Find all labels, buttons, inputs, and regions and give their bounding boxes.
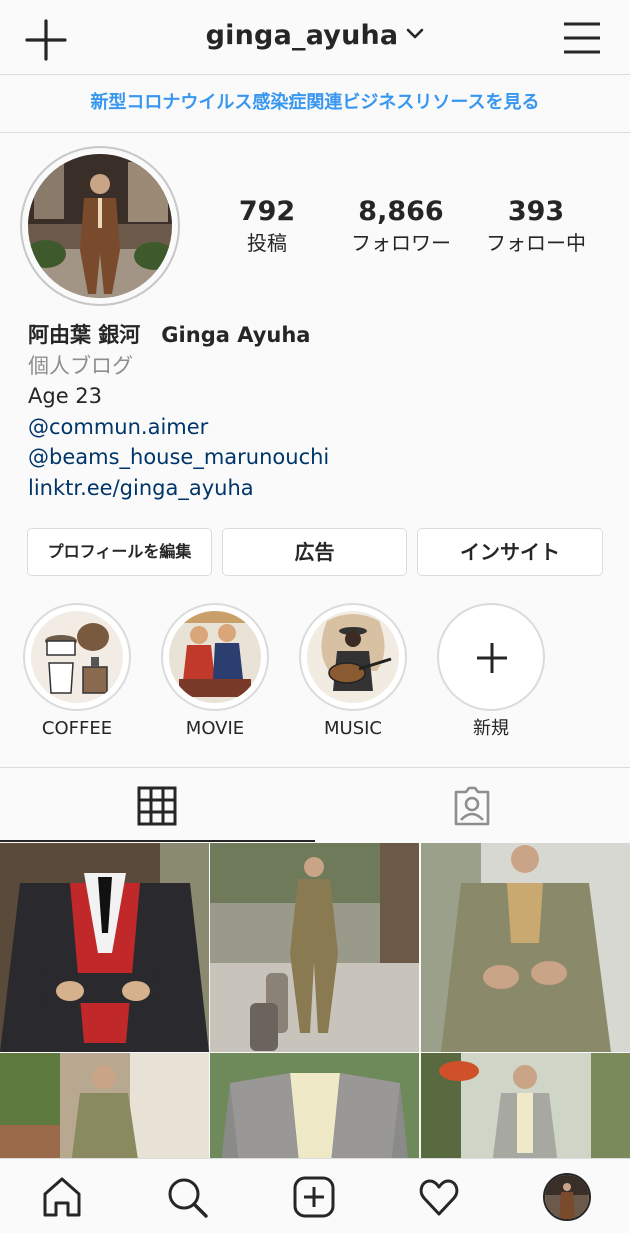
activity-heart-icon[interactable] (418, 1176, 460, 1218)
ad-button[interactable]: 広告 (222, 528, 407, 576)
profile-bio: 阿由葉 銀河 Ginga Ayuha 個人ブログ Age 23 @commun.… (28, 320, 618, 503)
followers-value: 8,866 (358, 196, 444, 227)
followers-count[interactable]: 8,866 フォロワー (343, 195, 459, 257)
music-highlight-cover (307, 611, 399, 703)
plus-icon (477, 643, 507, 673)
post-thumbnail[interactable] (210, 1053, 419, 1158)
post-grid (0, 843, 630, 1158)
post-thumbnail[interactable] (0, 843, 209, 1052)
search-icon[interactable] (166, 1176, 208, 1218)
tagged-person-icon (454, 786, 490, 826)
following-label: フォロー中 (486, 231, 586, 255)
post-thumbnail[interactable] (421, 1053, 630, 1158)
display-name: 阿由葉 銀河 Ginga Ayuha (28, 323, 311, 347)
highlight-coffee[interactable]: COFFEE (22, 603, 132, 741)
movie-highlight-cover (169, 611, 261, 703)
highlight-movie[interactable]: MOVIE (160, 603, 270, 741)
edit-profile-button[interactable]: プロフィールを編集 (27, 528, 212, 576)
highlight-label: 新規 (473, 718, 509, 739)
post-thumbnail[interactable] (421, 843, 630, 1052)
bio-line: Age 23 (28, 384, 103, 408)
profile-tabs (0, 767, 630, 842)
highlight-label: COFFEE (41, 718, 113, 739)
highlight-label: MUSIC (323, 718, 382, 739)
hamburger-menu-icon[interactable] (562, 20, 602, 56)
bio-link-commun-aimer[interactable]: @commun.aimer (28, 412, 618, 443)
post-thumbnail[interactable] (0, 1053, 209, 1158)
home-icon[interactable] (41, 1176, 83, 1218)
covid-resources-banner[interactable]: 新型コロナウイルス感染症関連ビジネスリソースを見る (0, 75, 630, 133)
highlight-new[interactable]: 新規 (436, 603, 546, 741)
tab-tagged[interactable] (315, 768, 630, 842)
posts-count: 792 投稿 (217, 195, 317, 257)
bio-link-linktree[interactable]: linktr.ee/ginga_ayuha (28, 473, 618, 504)
tab-grid[interactable] (0, 768, 315, 842)
followers-label: フォロワー (351, 231, 451, 255)
coffee-highlight-cover (31, 611, 123, 703)
bio-link-beams-house[interactable]: @beams_house_marunouchi (28, 442, 618, 473)
following-value: 393 (507, 196, 565, 227)
new-post-icon[interactable] (293, 1176, 335, 1218)
avatar[interactable] (28, 154, 172, 298)
profile-avatar[interactable] (543, 1173, 591, 1221)
username-switcher[interactable]: ginga_ayuha (0, 20, 630, 51)
post-thumbnail[interactable] (210, 843, 419, 1052)
highlight-label: MOVIE (185, 718, 245, 739)
chevron-down-icon (407, 28, 424, 39)
bottom-nav (0, 1158, 630, 1233)
username-title: ginga_ayuha (205, 20, 399, 51)
top-bar: ginga_ayuha (0, 0, 630, 75)
posts-label: 投稿 (247, 231, 287, 255)
posts-value: 792 (238, 196, 296, 227)
highlight-music[interactable]: MUSIC (298, 603, 408, 741)
grid-icon (137, 786, 177, 826)
category-label: 個人ブログ (28, 353, 133, 378)
following-count[interactable]: 393 フォロー中 (478, 195, 594, 257)
insights-button[interactable]: インサイト (417, 528, 603, 576)
